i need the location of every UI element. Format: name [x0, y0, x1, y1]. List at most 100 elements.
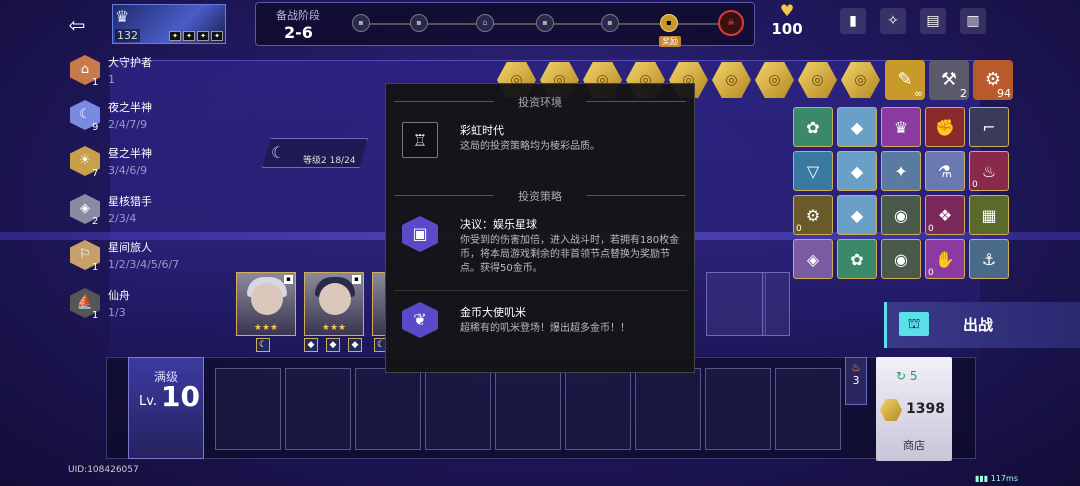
bench-slot[interactable] — [565, 368, 631, 450]
team-level-text: 等级2 18/24 — [303, 156, 356, 166]
item-badge: 0 — [928, 224, 934, 234]
star-icon: ★★★ — [253, 323, 279, 333]
crystal-item-icon[interactable]: ◆ — [837, 151, 877, 191]
boxing-glove-item-icon[interactable]: ✊ — [925, 107, 965, 147]
battle-icon: ⛫ — [899, 312, 929, 336]
bench-slot[interactable] — [425, 368, 491, 450]
crystal-item-icon[interactable]: ◆ — [837, 195, 877, 235]
env-desc: 这局的投资策略均为棱彩品质。 — [460, 141, 600, 152]
tool-row: ✎ ∞ ⚒ 2 ⚙ 94 — [885, 60, 1013, 100]
flame-icon: ♨ — [851, 361, 861, 374]
strategy-section-title: 投资策略 — [386, 188, 694, 204]
drink-item-icon[interactable]: ▽ — [793, 151, 833, 191]
streak-value: 3 — [852, 374, 860, 387]
ping-text: ▮▮▮ 117ms — [975, 474, 1018, 483]
sword-item-icon[interactable]: ✦ — [881, 151, 921, 191]
stage-label: 备战阶段 — [276, 9, 320, 22]
level-prefix: Lv. — [139, 394, 158, 409]
faction-traveler[interactable]: ⚐ 1 星间旅人 1/2/3/4/5/6/7 — [70, 240, 190, 282]
exit-icon[interactable]: ⇦ — [62, 12, 92, 38]
stats-icon[interactable]: ▥ — [960, 8, 986, 34]
faction-night[interactable]: ☾ 9 夜之半神 2/4/7/9 — [70, 100, 190, 142]
coin-icon[interactable]: ◎ — [841, 62, 880, 98]
coin-icon[interactable]: ◎ — [712, 62, 751, 98]
money-value: 1398 — [906, 401, 945, 417]
gun-item-icon[interactable]: ⌐ — [969, 107, 1009, 147]
hero-tag-icon: ▪ — [284, 275, 293, 284]
hp-value: 100 — [771, 20, 803, 38]
top-menu: ▮ ✧ ▤ ▥ — [840, 8, 986, 34]
faction-stellaron[interactable]: ◈ 2 星核猎手 2/3/4 — [70, 194, 190, 236]
hero-card[interactable]: ▪ ★★★ — [236, 272, 296, 336]
disc-item-icon[interactable]: ◉ — [881, 239, 921, 279]
faction-name: 星核猎手 — [108, 195, 152, 208]
faction-count: 2 — [92, 216, 99, 227]
hint-icon[interactable]: ✧ — [880, 8, 906, 34]
orange-tool-icon[interactable]: ⚙ 94 — [973, 60, 1013, 100]
faction-count: 7 — [92, 168, 99, 179]
stage-node-icon[interactable]: ▪ — [601, 14, 619, 32]
refresh-icon[interactable]: ↻ 5 — [896, 369, 918, 383]
faction-tiers: 2/4/7/9 — [108, 118, 148, 131]
faction-name: 大守护者 — [108, 56, 152, 69]
level-box[interactable]: 满级 Lv. 10 — [128, 357, 204, 459]
faction-day[interactable]: ☀ 7 昼之半神 3/4/6/9 — [70, 146, 190, 188]
bench-slot[interactable] — [635, 368, 701, 450]
stage-node-icon[interactable]: ▪ — [410, 14, 428, 32]
empty-board-slot[interactable] — [762, 272, 790, 336]
shield-item-icon[interactable]: ◈ — [793, 239, 833, 279]
shop-button[interactable]: ↻ 5 1398 商店 — [876, 357, 952, 461]
hero-card[interactable]: ▪ ★★★ — [304, 272, 364, 336]
hero-card[interactable] — [372, 272, 386, 336]
bench-slot[interactable] — [705, 368, 771, 450]
stage-node-icon[interactable]: ▪ — [352, 14, 370, 32]
item-badge: 0 — [796, 224, 802, 234]
bench-slot[interactable] — [215, 368, 281, 450]
mini-icon: ✦ — [183, 31, 195, 41]
gear-item-icon[interactable]: ✿ — [793, 107, 833, 147]
disc-item-icon[interactable]: ◉ — [881, 195, 921, 235]
flask-item-icon[interactable]: ⚗ — [925, 151, 965, 191]
investment-popup: 投资环境 ♖ 彩虹时代 这局的投资策略均为棱彩品质。 投资策略 ▣ 决议：娱乐星… — [385, 83, 695, 373]
hook-item-icon[interactable]: ⚓ — [969, 239, 1009, 279]
equip-icon: ◆ — [348, 338, 362, 352]
boss-node-icon[interactable]: ☠ — [718, 10, 744, 36]
gear-item-icon[interactable]: ✿ — [837, 239, 877, 279]
player-level: 132 — [115, 29, 140, 42]
book-icon[interactable]: ▮ — [840, 8, 866, 34]
stage-node-icon[interactable]: ▪ — [536, 14, 554, 32]
battle-button[interactable]: ⛫ 出战 — [884, 302, 1080, 348]
streak-counter: ♨ 3 — [845, 357, 867, 405]
shop-label: 商店 — [903, 439, 925, 452]
player-avatar[interactable]: ♛ 132 ✦ ✦ ✦ ✦ — [112, 4, 226, 44]
cloak-item-icon[interactable]: ❖ 0 — [925, 195, 965, 235]
faction-tiers: 1 — [108, 73, 115, 86]
lock-node-icon[interactable]: ⌂ — [476, 14, 494, 32]
empty-board-slot[interactable] — [706, 272, 766, 336]
codex-icon[interactable]: ▤ — [920, 8, 946, 34]
boot-item-icon[interactable]: ♨ 0 — [969, 151, 1009, 191]
cube-item-icon[interactable]: ▦ — [969, 195, 1009, 235]
gold-tool-icon[interactable]: ✎ ∞ — [885, 60, 925, 100]
faction-guardian[interactable]: ⌂ 1 大守护者 1 — [70, 55, 190, 97]
bench-slot[interactable] — [285, 368, 351, 450]
bench-slot[interactable] — [775, 368, 841, 450]
bench-slot[interactable] — [495, 368, 561, 450]
battle-label: 出战 — [963, 316, 994, 334]
wrench-icon[interactable]: ⚒ 2 — [929, 60, 969, 100]
robot-item-icon[interactable]: ⚙ 0 — [793, 195, 833, 235]
glove-item-icon[interactable]: ✋ 0 — [925, 239, 965, 279]
current-node-icon[interactable]: ▪ — [660, 14, 678, 32]
hat-item-icon[interactable]: ♛ — [881, 107, 921, 147]
hero-face — [319, 283, 351, 315]
item-grid: ✿ ◆ ♛ ✊ ⌐ ▽ ◆ ✦ ⚗ ♨ 0 ⚙ 0 ◆ ◉ ❖ 0 ▦ ◈ ✿ ◉ ✋… — [793, 107, 1009, 279]
rainbow-era-icon: ♖ — [402, 122, 438, 158]
uid-text: UID:108426057 — [68, 465, 139, 475]
coin-icon[interactable]: ◎ — [798, 62, 837, 98]
faction-xianzhou[interactable]: ⛵ 1 仙舟 1/3 — [70, 288, 190, 330]
coin-icon[interactable]: ◎ — [755, 62, 794, 98]
rank-icon: ♛ — [115, 7, 130, 26]
bench-slot[interactable] — [355, 368, 421, 450]
crystal-item-icon[interactable]: ◆ — [837, 107, 877, 147]
strategy2-name: 金币大使叽米 — [460, 306, 526, 319]
